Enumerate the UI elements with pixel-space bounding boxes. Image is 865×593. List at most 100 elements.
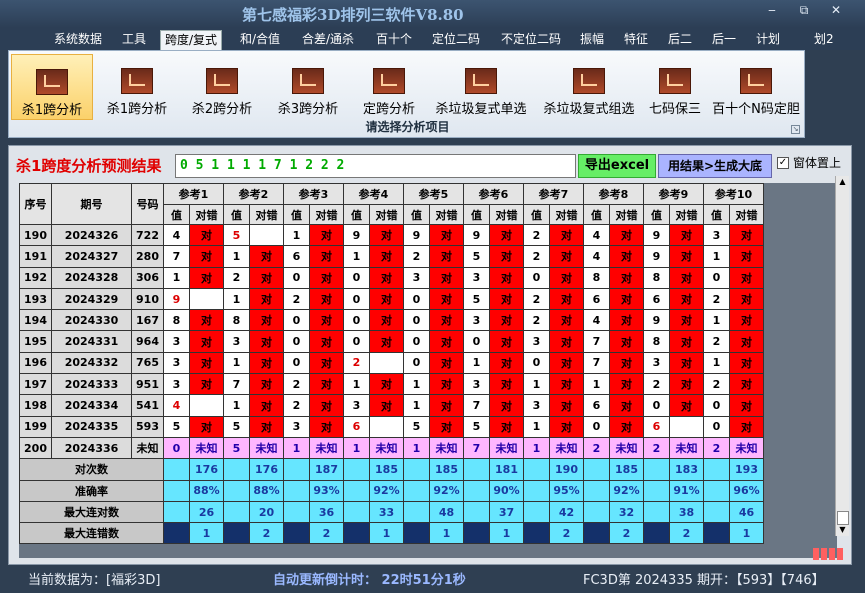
cell-value: 0 bbox=[463, 330, 490, 353]
cell-value: 8 bbox=[583, 266, 610, 289]
table-row[interactable]: 192 2024328 306 1 对 2 对 0 对 0 对 3 对 3 对 0 对 8 对 8 对 0 对 bbox=[19, 266, 764, 289]
menu-pos-two[interactable]: 定位二码 bbox=[428, 30, 484, 50]
stats-spacer bbox=[523, 522, 550, 545]
cell-value: 1 bbox=[523, 373, 550, 396]
menu-span-compound[interactable]: 跨度/复式 bbox=[160, 30, 223, 50]
cell-value: 4 bbox=[163, 394, 190, 417]
close-icon[interactable]: ✕ bbox=[826, 3, 846, 17]
generate-base-button[interactable]: 用结果>生成大底 bbox=[658, 154, 772, 178]
ribbon-junk-single[interactable]: 杀垃圾复式单选 bbox=[429, 54, 533, 120]
ontop-checkbox[interactable]: ✓ bbox=[777, 157, 789, 169]
cell-judge: 未知 bbox=[549, 436, 584, 460]
cell-value: 0 bbox=[703, 266, 730, 289]
menu-bsg[interactable]: 百十个 bbox=[372, 30, 416, 50]
expand-icon[interactable]: ↘ bbox=[791, 125, 800, 134]
scroll-down-icon[interactable]: ▼ bbox=[836, 524, 849, 536]
ribbon-bsg-n-code[interactable]: 百十个N码定胆 bbox=[709, 54, 803, 120]
stats-spacer bbox=[583, 479, 610, 502]
ribbon-junk-group[interactable]: 杀垃圾复式组选 bbox=[537, 54, 641, 120]
stats-value: 91% bbox=[669, 479, 704, 502]
cell-value: 2 bbox=[523, 287, 550, 311]
cell-judge: 对 bbox=[309, 373, 344, 396]
cell-judge: 对 bbox=[309, 309, 344, 332]
cell-judge: 对 bbox=[249, 266, 284, 289]
stats-spacer bbox=[163, 500, 190, 524]
menu-feature[interactable]: 特征 bbox=[620, 30, 652, 50]
table-row[interactable]: 193 2024329 910 9 1 对 2 对 0 对 0 对 5 对 2 对 6 对 6 对 2 对 bbox=[19, 287, 764, 311]
cell-judge bbox=[669, 415, 704, 438]
export-excel-button[interactable]: 导出excel bbox=[578, 154, 656, 178]
cell-value: 0 bbox=[703, 415, 730, 438]
scroll-up-icon[interactable]: ▲ bbox=[836, 176, 849, 188]
cell-judge: 对 bbox=[669, 266, 704, 289]
subheader-judge: 对错 bbox=[669, 204, 704, 225]
cell-value: 5 bbox=[223, 415, 250, 438]
table-row[interactable]: 197 2024333 951 3 对 7 对 2 对 1 对 1 对 3 对 1 对 1 对 2 对 2 对 bbox=[19, 373, 764, 396]
cell-judge bbox=[189, 287, 224, 311]
row-seq: 192 bbox=[19, 266, 52, 289]
row-number: 未知 bbox=[131, 436, 164, 460]
stats-spacer bbox=[343, 479, 370, 502]
row-seq: 191 bbox=[19, 245, 52, 268]
cell-judge: 对 bbox=[189, 373, 224, 396]
menu-amplitude[interactable]: 振幅 bbox=[576, 30, 608, 50]
menu-plan-2[interactable]: 划2 bbox=[810, 30, 838, 50]
table-row[interactable]: 194 2024330 167 8 对 8 对 0 对 0 对 0 对 3 对 2 对 4 对 9 对 1 对 bbox=[19, 309, 764, 332]
menu-diff-kill[interactable]: 合差/通杀 bbox=[298, 30, 358, 50]
cell-judge: 对 bbox=[369, 373, 404, 396]
menu-system-data[interactable]: 系统数据 bbox=[50, 30, 106, 50]
scroll-thumb[interactable] bbox=[837, 511, 849, 525]
subheader-judge: 对错 bbox=[609, 204, 644, 225]
vertical-scrollbar[interactable]: ▲ ▼ bbox=[835, 176, 849, 536]
ribbon-seven-three[interactable]: 七码保三 bbox=[645, 54, 705, 120]
menu-last-two[interactable]: 后二 bbox=[664, 30, 696, 50]
table-row[interactable]: 198 2024334 541 4 1 对 2 对 3 对 1 对 7 对 3 对 6 对 0 对 0 对 bbox=[19, 394, 764, 417]
cell-judge bbox=[189, 394, 224, 417]
table-row[interactable]: 195 2024331 964 3 对 3 对 0 对 0 对 0 对 0 对 3 对 7 对 8 对 2 对 bbox=[19, 330, 764, 353]
cell-value: 0 bbox=[283, 309, 310, 332]
header-ref: 参考2 bbox=[223, 183, 284, 205]
row-seq: 193 bbox=[19, 287, 52, 311]
row-number: 765 bbox=[131, 351, 164, 375]
cell-judge: 对 bbox=[429, 373, 464, 396]
cell-judge: 对 bbox=[429, 245, 464, 268]
table-row[interactable]: 190 2024326 722 4 对 5 1 对 9 对 9 对 9 对 2 对 4 对 9 对 3 对 bbox=[19, 223, 764, 247]
header-period: 期号 bbox=[51, 183, 132, 225]
menu-tools[interactable]: 工具 bbox=[118, 30, 150, 50]
stats-spacer bbox=[163, 522, 190, 545]
cell-value: 1 bbox=[583, 373, 610, 396]
menu-sum[interactable]: 和/合值 bbox=[236, 30, 284, 50]
cell-judge: 对 bbox=[189, 245, 224, 268]
cell-judge: 对 bbox=[189, 223, 224, 247]
ribbon-kill1-span-selected[interactable]: 杀1跨分析 bbox=[11, 54, 93, 120]
stats-label: 准确率 bbox=[19, 479, 164, 502]
ribbon-kill1-span[interactable]: 杀1跨分析 bbox=[97, 54, 177, 120]
header-ref: 参考10 bbox=[703, 183, 764, 205]
menu-last-one[interactable]: 后一 bbox=[708, 30, 740, 50]
table-row[interactable]: 200 2024336 未知 0 未知 5 未知 1 未知 1 未知 1 未知 7 未知 1 未知 2 未知 2 未知 2… bbox=[19, 436, 764, 460]
stats-row: 最大连对数 26 20 36 33 48 37 42 32 38 46 bbox=[19, 500, 764, 524]
subheader-judge: 对错 bbox=[189, 204, 224, 225]
table-row[interactable]: 196 2024332 765 3 对 1 对 0 对 2 0 对 1 对 0 对 7 对 3 对 1 对 bbox=[19, 351, 764, 375]
menu-plan[interactable]: 计划 bbox=[752, 30, 784, 50]
cell-judge: 对 bbox=[429, 309, 464, 332]
cell-judge: 对 bbox=[609, 330, 644, 353]
table-row[interactable]: 199 2024335 593 5 对 5 对 3 对 6 5 对 5 对 1 对 0 对 6 0 对 bbox=[19, 415, 764, 438]
chart-icon bbox=[292, 68, 324, 94]
menu-nonpos-two[interactable]: 不定位二码 bbox=[497, 30, 565, 50]
cell-judge: 对 bbox=[189, 266, 224, 289]
ribbon-kill2-span[interactable]: 杀2跨分析 bbox=[181, 54, 263, 120]
restore-icon[interactable]: ⧉ bbox=[794, 3, 814, 18]
ribbon-fixed-span[interactable]: 定跨分析 bbox=[353, 54, 425, 120]
analysis-panel: 杀1跨度分析预测结果 0 5 1 1 1 1 7 1 2 2 2 导出excel… bbox=[8, 145, 852, 565]
cell-judge: 对 bbox=[309, 330, 344, 353]
ribbon-kill3-span[interactable]: 杀3跨分析 bbox=[267, 54, 349, 120]
cell-value: 4 bbox=[163, 223, 190, 247]
minimize-icon[interactable]: ‒ bbox=[762, 3, 782, 17]
result-field[interactable]: 0 5 1 1 1 1 7 1 2 2 2 bbox=[175, 154, 576, 178]
table-row[interactable]: 191 2024327 280 7 对 1 对 6 对 1 对 2 对 5 对 2 对 4 对 9 对 1 对 bbox=[19, 245, 764, 268]
subheader-judge: 对错 bbox=[249, 204, 284, 225]
cell-judge: 未知 bbox=[309, 436, 344, 460]
stats-spacer bbox=[703, 479, 730, 502]
cell-judge: 未知 bbox=[429, 436, 464, 460]
